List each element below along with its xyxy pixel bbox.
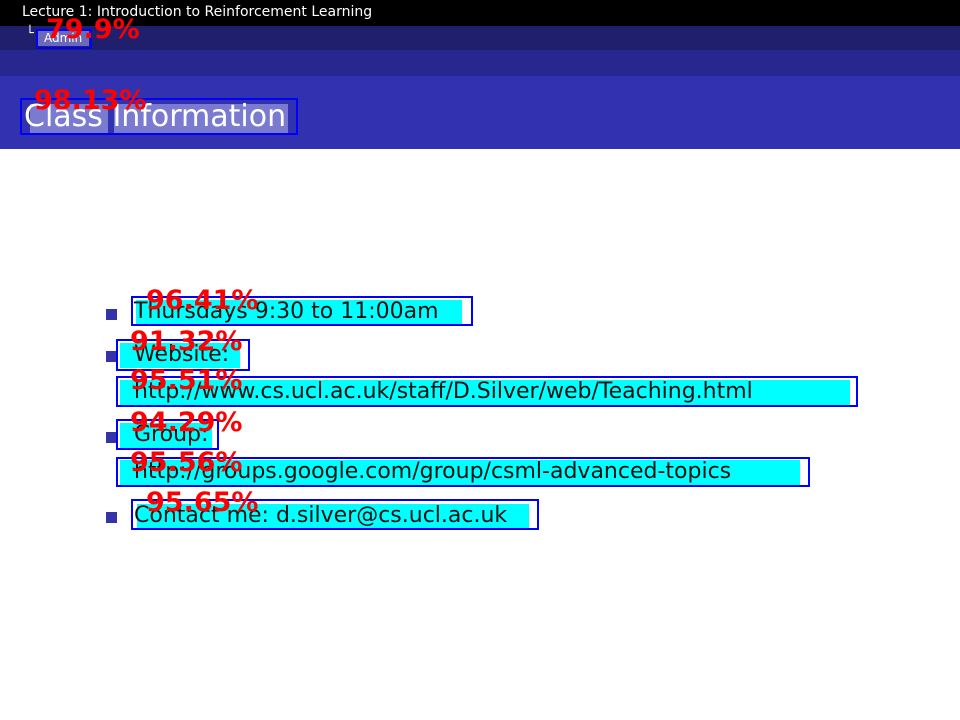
confidence-label: 95.51% (130, 365, 243, 396)
confidence-label: 95.56% (130, 447, 243, 478)
header-bar: Lecture 1: Introduction to Reinforcement… (0, 0, 960, 26)
confidence-label: 94.29% (130, 407, 243, 438)
confidence-label: 95.65% (146, 487, 259, 518)
confidence-label: 91.32% (130, 326, 243, 357)
header-band (0, 50, 960, 76)
bullet-icon (106, 309, 117, 320)
confidence-label: 79.9% (46, 14, 140, 45)
confidence-label: 98.13% (34, 85, 147, 116)
confidence-label: 96.41% (146, 285, 259, 316)
bullet-icon (106, 512, 117, 523)
section-nav-bar (0, 26, 960, 50)
section-tree-glyph: └ (26, 26, 34, 41)
